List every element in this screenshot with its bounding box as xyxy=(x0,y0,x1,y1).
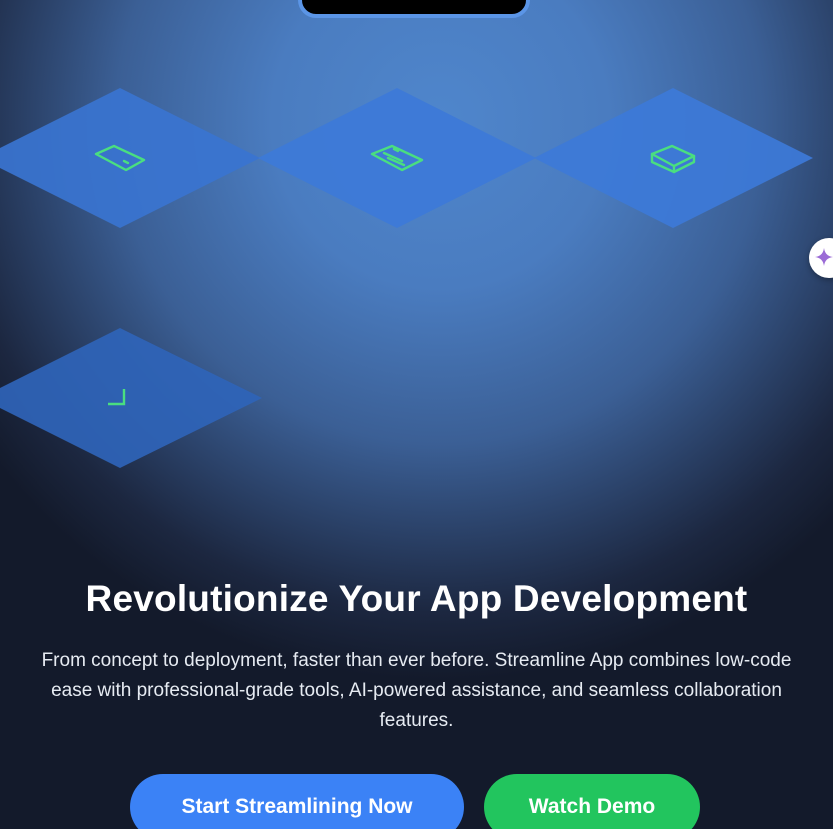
feature-tile-corner xyxy=(0,328,262,468)
feature-tiles xyxy=(0,88,813,468)
feature-tile-box xyxy=(534,88,813,228)
start-streamlining-button[interactable]: Start Streamlining Now xyxy=(130,774,464,829)
feature-tile-document xyxy=(258,88,536,228)
sparkle-icon xyxy=(815,248,833,266)
hero-title: Revolutionize Your App Development xyxy=(85,578,748,619)
hero-subtitle: From concept to deployment, faster than … xyxy=(41,650,792,731)
feature-tile-tablet xyxy=(0,88,260,228)
hero-section: Revolutionize Your App Development From … xyxy=(0,0,833,829)
watch-demo-button[interactable]: Watch Demo xyxy=(484,774,700,829)
